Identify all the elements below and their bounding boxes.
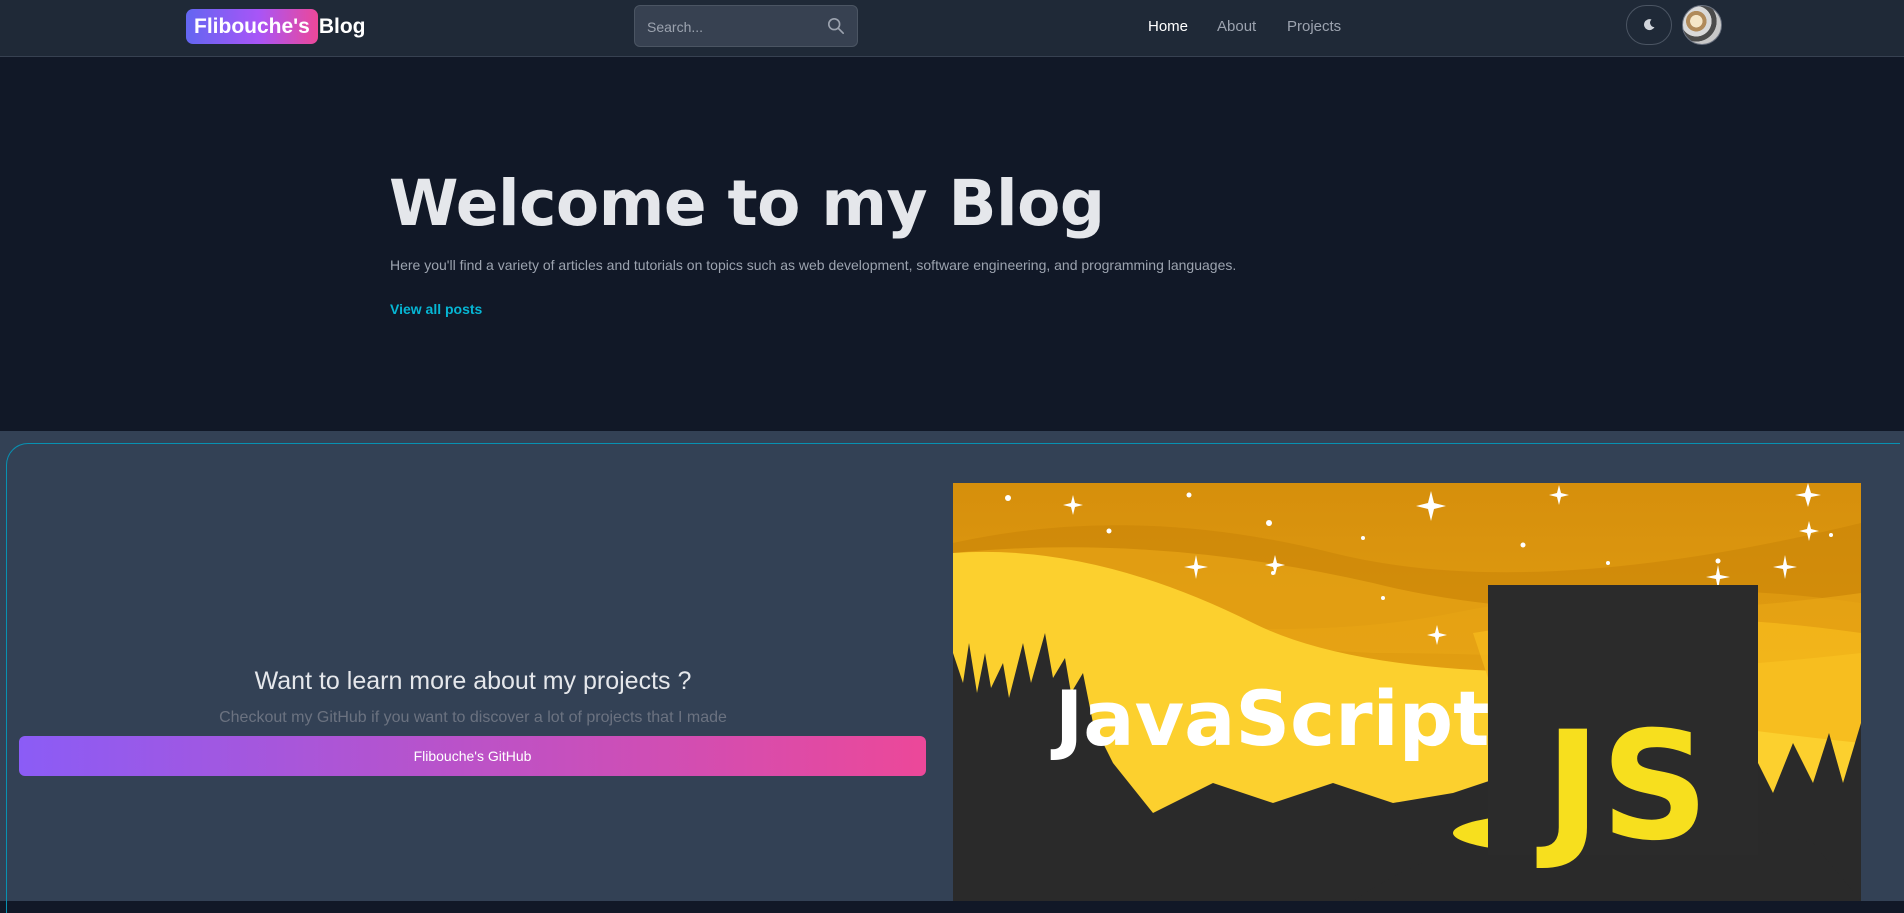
brand-text: Blog: [318, 14, 366, 38]
nav-link-home[interactable]: Home: [1148, 18, 1188, 35]
view-all-posts-link[interactable]: View all posts: [390, 301, 482, 317]
brand-logo[interactable]: Flibouche's Blog: [186, 9, 366, 44]
github-button[interactable]: Flibouche's GitHub: [19, 736, 926, 776]
hero-title: Welcome to my Blog: [389, 167, 1105, 240]
javascript-banner-image: JavaScript JS: [953, 483, 1861, 901]
moon-icon: [1644, 19, 1655, 31]
banner-javascript-text: JavaScript: [1050, 674, 1489, 763]
nav-link-projects[interactable]: Projects: [1287, 18, 1341, 35]
nav-link-about[interactable]: About: [1217, 18, 1256, 35]
navbar: Flibouche's Blog Home About Projects: [0, 0, 1904, 57]
search-input[interactable]: [645, 6, 819, 48]
projects-section: Want to learn more about my projects ? C…: [0, 431, 1904, 913]
hero-section: Welcome to my Blog Here you'll find a va…: [0, 57, 1904, 431]
avatar[interactable]: [1682, 5, 1722, 45]
projects-title: Want to learn more about my projects ?: [254, 667, 692, 695]
banner-js-badge: JS: [1536, 700, 1709, 874]
search-icon[interactable]: [827, 17, 845, 35]
brand-badge: Flibouche's: [186, 9, 318, 44]
hero-description: Here you'll find a variety of articles a…: [390, 257, 1237, 273]
search-box[interactable]: [634, 5, 858, 48]
theme-toggle-button[interactable]: [1626, 5, 1672, 45]
projects-subtitle: Checkout my GitHub if you want to discov…: [219, 709, 727, 726]
